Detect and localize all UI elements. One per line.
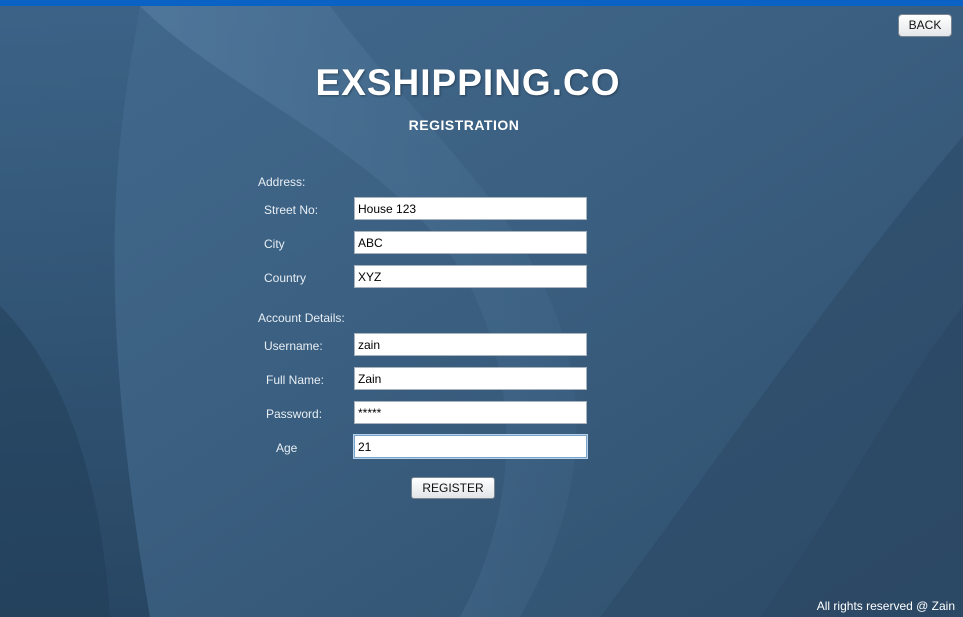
username-input[interactable]: [354, 333, 587, 356]
full-name-input[interactable]: [354, 367, 587, 390]
city-label: City: [264, 237, 285, 251]
street-no-label: Street No:: [264, 203, 319, 217]
full-name-label: Full Name:: [266, 373, 325, 387]
age-label: Age: [276, 441, 298, 455]
app-title: EXSHIPPING.CO: [315, 62, 621, 103]
back-button[interactable]: BACK: [898, 14, 952, 37]
address-section-label: Address:: [258, 175, 306, 189]
registration-window: BACK EXSHIPPING.CO REGISTRATION Address:…: [0, 0, 963, 617]
city-input[interactable]: [354, 231, 587, 254]
page-subtitle: REGISTRATION: [408, 117, 520, 133]
account-section-label: Account Details:: [258, 311, 345, 325]
footer-copyright: All rights reserved @ Zain: [816, 599, 955, 613]
country-label: Country: [264, 271, 307, 285]
register-button[interactable]: REGISTER: [411, 477, 495, 499]
country-input[interactable]: [354, 265, 587, 288]
password-label: Password:: [266, 407, 323, 421]
age-input[interactable]: [354, 435, 587, 458]
password-input[interactable]: [354, 401, 587, 424]
username-label: Username:: [264, 339, 323, 353]
street-no-input[interactable]: [354, 197, 587, 220]
